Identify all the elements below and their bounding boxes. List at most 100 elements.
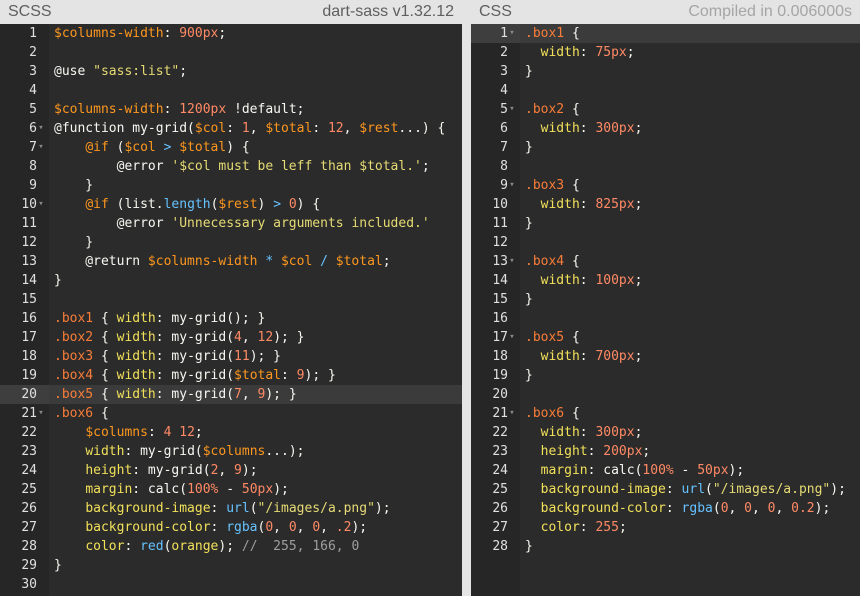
code-line[interactable]: 26 background-image: url("/images/a.png"… [0,499,462,518]
fold-arrow-icon[interactable]: ▾ [36,138,46,157]
fold-arrow-icon[interactable]: ▾ [507,252,517,271]
code-line[interactable]: 20 [471,385,860,404]
code-line[interactable]: 20 .box5 { width: my-grid(7, 9); } [0,385,462,404]
code-token: : [281,368,297,383]
code-line[interactable]: 22 $columns: 4 12; [0,423,462,442]
code-line[interactable]: 1 $columns-width: 900px; [0,24,462,43]
code-line[interactable]: 5 ▾ .box2 { [471,100,860,119]
scss-editor[interactable]: 1 $columns-width: 900px; 2 3 @use "sass:list… [0,24,462,596]
code-line[interactable]: 11} [471,214,860,233]
code-line[interactable]: 19 .box4 { width: my-grid($total: 9); } [0,366,462,385]
code-line[interactable]: 26 background-color: rgba(0, 0, 0, 0.2); [471,499,860,518]
code-line[interactable]: 21 ▾ .box6 { [471,404,860,423]
code-token: : [163,102,180,117]
code-line[interactable]: 23 height: 200px; [471,442,860,461]
line-code: .box4 { [525,252,580,271]
code-line[interactable]: 8 @error '$col must be leff than $total.… [0,157,462,176]
code-line[interactable]: 9 } [0,176,462,195]
code-token: ; [634,197,643,212]
code-line[interactable]: 6 width: 300px; [471,119,860,138]
code-line[interactable]: 17 .box2 { width: my-grid(4, 12); } [0,328,462,347]
code-line[interactable]: 24 height: my-grid(2, 9); [0,461,462,480]
code-line[interactable]: 14} [0,271,462,290]
code-line[interactable]: 24 margin: calc(100% - 50px); [471,461,860,480]
code-line[interactable]: 30 [0,575,462,594]
code-token: $total [179,140,227,155]
line-number: 2 [500,45,508,60]
code-line[interactable]: 8 [471,157,860,176]
code-line[interactable]: 3 @use "sass:list"; [0,62,462,81]
code-line[interactable]: 27 color: 255; [471,518,860,537]
code-line[interactable]: 22 width: 300px; [471,423,860,442]
css-code-lines[interactable]: 1 ▾ .box1 {2 width: 75px; 3} 4 5 ▾ .box2 {6 wid… [471,24,860,556]
code-token: width [116,330,156,345]
code-token: ; [626,45,635,60]
line-code: .box3 { [525,176,580,195]
code-token: , [728,501,745,516]
code-line[interactable]: 28} [471,537,860,556]
line-code: width: 100px; [525,271,643,290]
code-token: { [564,254,580,269]
code-token: .box3 [54,349,94,364]
scss-code-lines[interactable]: 1 $columns-width: 900px; 2 3 @use "sass:list… [0,24,462,594]
code-line[interactable]: 18 width: 700px; [471,347,860,366]
code-token: @error [54,216,172,231]
code-line[interactable]: 21 ▾ .box6 { [0,404,462,423]
code-line[interactable]: 29} [0,556,462,575]
code-line[interactable]: 25 background-image: url("/images/a.png"… [471,480,860,499]
line-number: 16 [21,311,37,326]
code-token: background-color [540,501,666,516]
code-line[interactable]: 12 [471,233,860,252]
line-number: 1 [29,26,37,41]
code-token: 0 [288,197,297,212]
code-line[interactable]: 10 width: 825px; [471,195,860,214]
code-line[interactable]: 27 background-color: rgba(0, 0, 0, .2); [0,518,462,537]
code-line[interactable]: 15} [471,290,860,309]
fold-arrow-icon[interactable]: ▾ [507,100,517,119]
code-token: 300px [595,121,635,136]
pane-splitter[interactable] [462,0,471,596]
fold-arrow-icon[interactable]: ▾ [507,404,517,423]
code-line[interactable]: 2 [0,43,462,62]
code-line[interactable]: 16 .box1 { width: my-grid(); } [0,309,462,328]
code-line[interactable]: 11 @error 'Unnecessary arguments include… [0,214,462,233]
code-token: } [54,235,94,250]
css-editor[interactable]: 1 ▾ .box1 {2 width: 75px; 3} 4 5 ▾ .box2 {6 wid… [471,24,860,596]
line-code: background-color: rgba(0, 0, 0, 0.2); [525,499,831,518]
code-line[interactable]: 12 } [0,233,462,252]
code-line[interactable]: 14 width: 100px; [471,271,860,290]
fold-arrow-icon[interactable]: ▾ [36,119,46,138]
code-line[interactable]: 10 ▾ @if (list.length($rest) > 0) { [0,195,462,214]
fold-arrow-icon[interactable]: ▾ [507,176,517,195]
code-line[interactable]: 3} [471,62,860,81]
code-line[interactable]: 5 $columns-width: 1200px !default; [0,100,462,119]
code-line[interactable]: 9 ▾ .box3 { [471,176,860,195]
fold-arrow-icon[interactable]: ▾ [36,404,46,423]
code-line[interactable]: 2 width: 75px; [471,43,860,62]
code-line[interactable]: 1 ▾ .box1 { [471,24,860,43]
code-line[interactable]: 7} [471,138,860,157]
fold-arrow-icon[interactable]: ▾ [507,24,517,43]
code-line[interactable]: 25 margin: calc(100% - 50px); [0,480,462,499]
code-line[interactable]: 16 [471,309,860,328]
code-line[interactable]: 18 .box3 { width: my-grid(11); } [0,347,462,366]
code-line[interactable]: 13 @return $columns-width * $col / $tota… [0,252,462,271]
fold-arrow-icon[interactable]: ▾ [507,328,517,347]
code-line[interactable]: 6 ▾ @function my-grid($col: 1, $total: 12,… [0,119,462,138]
code-line[interactable]: 4 [471,81,860,100]
code-line[interactable]: 7 ▾ @if ($col > $total) { [0,138,462,157]
code-line[interactable]: 17 ▾ .box5 { [471,328,860,347]
code-line[interactable]: 4 [0,81,462,100]
code-line[interactable]: 13 ▾ .box4 { [471,252,860,271]
code-line[interactable]: 23 width: my-grid($columns...); [0,442,462,461]
line-code: background-color: rgba(0, 0, 0, .2); [54,518,367,537]
code-line[interactable]: 19} [471,366,860,385]
fold-arrow-icon[interactable]: ▾ [36,195,46,214]
code-line[interactable]: 15 [0,290,462,309]
code-line[interactable]: 28 color: red(orange); // 255, 166, 0 [0,537,462,556]
code-token: ...); [265,444,305,459]
code-token: 12 [179,425,195,440]
code-token: { [564,330,580,345]
